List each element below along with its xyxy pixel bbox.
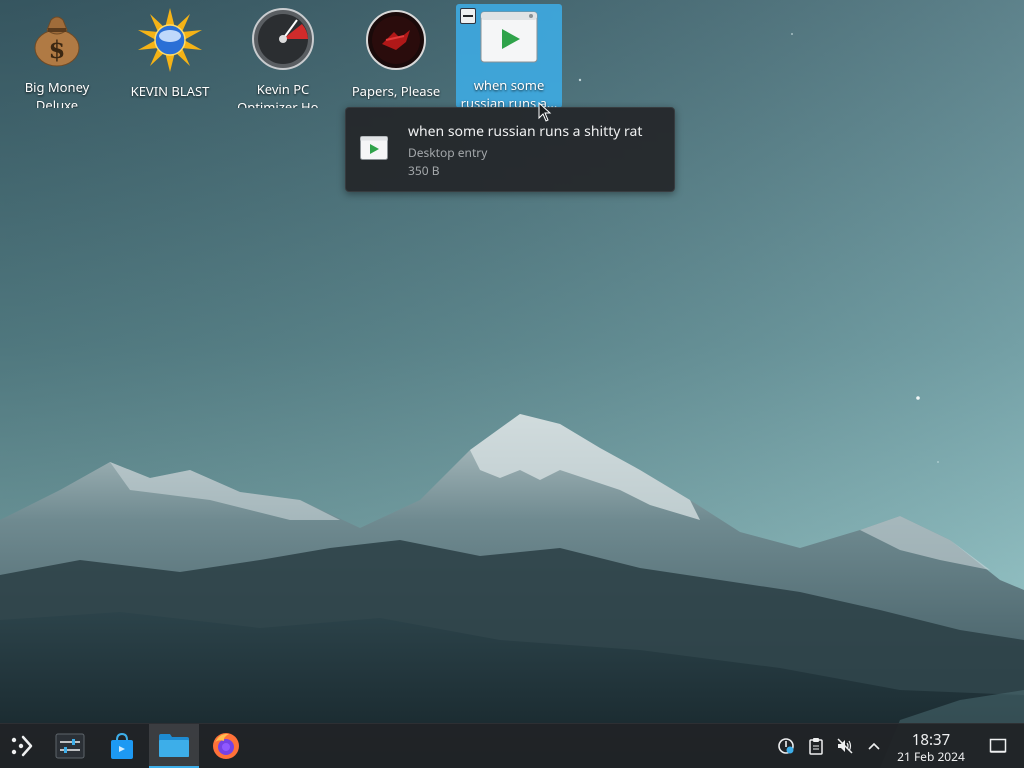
money-bag-icon: $ [25, 8, 89, 68]
selection-toggle[interactable] [460, 8, 476, 24]
clipboard-icon[interactable] [807, 737, 825, 755]
desktop-icon-label: KEVIN BLAST [130, 82, 210, 100]
tooltip-title: when some russian runs a shitty rat [408, 122, 643, 141]
papers-please-icon [364, 8, 428, 72]
desktop-icon-label: Kevin PC Optimizer Ho... [237, 80, 329, 108]
application-launcher-button[interactable] [2, 724, 42, 768]
network-icon[interactable] [777, 737, 795, 755]
desktop-icon-label: Big Money Deluxe [24, 78, 90, 108]
show-hidden-icons-arrow[interactable] [865, 737, 883, 755]
taskbar-panel: 18:37 21 Feb 2024 [0, 723, 1024, 768]
taskbar-discover[interactable] [100, 724, 144, 768]
taskbar-firefox[interactable] [204, 724, 248, 768]
desktop-icon-big-money-deluxe[interactable]: $ Big Money Deluxe [4, 4, 110, 108]
clock-date[interactable]: 21 Feb 2024 [890, 748, 972, 765]
kde-launcher-icon [11, 735, 33, 757]
svg-text:$: $ [49, 35, 66, 64]
desktop-entry-icon [360, 136, 388, 160]
starburst-globe-icon [138, 8, 202, 72]
desktop-icon-kevin-pc-optimizer[interactable]: Kevin PC Optimizer Ho... [230, 4, 336, 108]
shopping-bag-icon [111, 732, 133, 759]
tooltip-type: Desktop entry [408, 144, 488, 161]
desktop-icon-papers-please[interactable]: Papers, Please [343, 4, 449, 108]
firefox-icon [213, 733, 239, 759]
taskbar-system-settings[interactable] [48, 724, 92, 768]
desktop-icon-label: Papers, Please [351, 82, 441, 100]
desktop-icon-russian-rat[interactable]: when some russian runs a... [456, 4, 562, 108]
settings-sliders-icon [55, 733, 85, 759]
volume-muted-icon[interactable] [836, 737, 854, 755]
taskbar-dolphin-file-manager[interactable] [149, 724, 199, 768]
clock-time[interactable]: 18:37 [895, 730, 967, 750]
folder-icon [159, 734, 189, 757]
file-tooltip: when some russian runs a shitty rat Desk… [345, 107, 675, 192]
desktop-entry-icon [477, 8, 541, 66]
show-desktop-icon[interactable] [989, 737, 1007, 755]
desktop-icon-kevin-blast[interactable]: KEVIN BLAST [117, 4, 223, 108]
mouse-cursor-icon [538, 102, 552, 122]
tooltip-size: 350 B [408, 162, 440, 179]
speedometer-icon [251, 8, 315, 70]
